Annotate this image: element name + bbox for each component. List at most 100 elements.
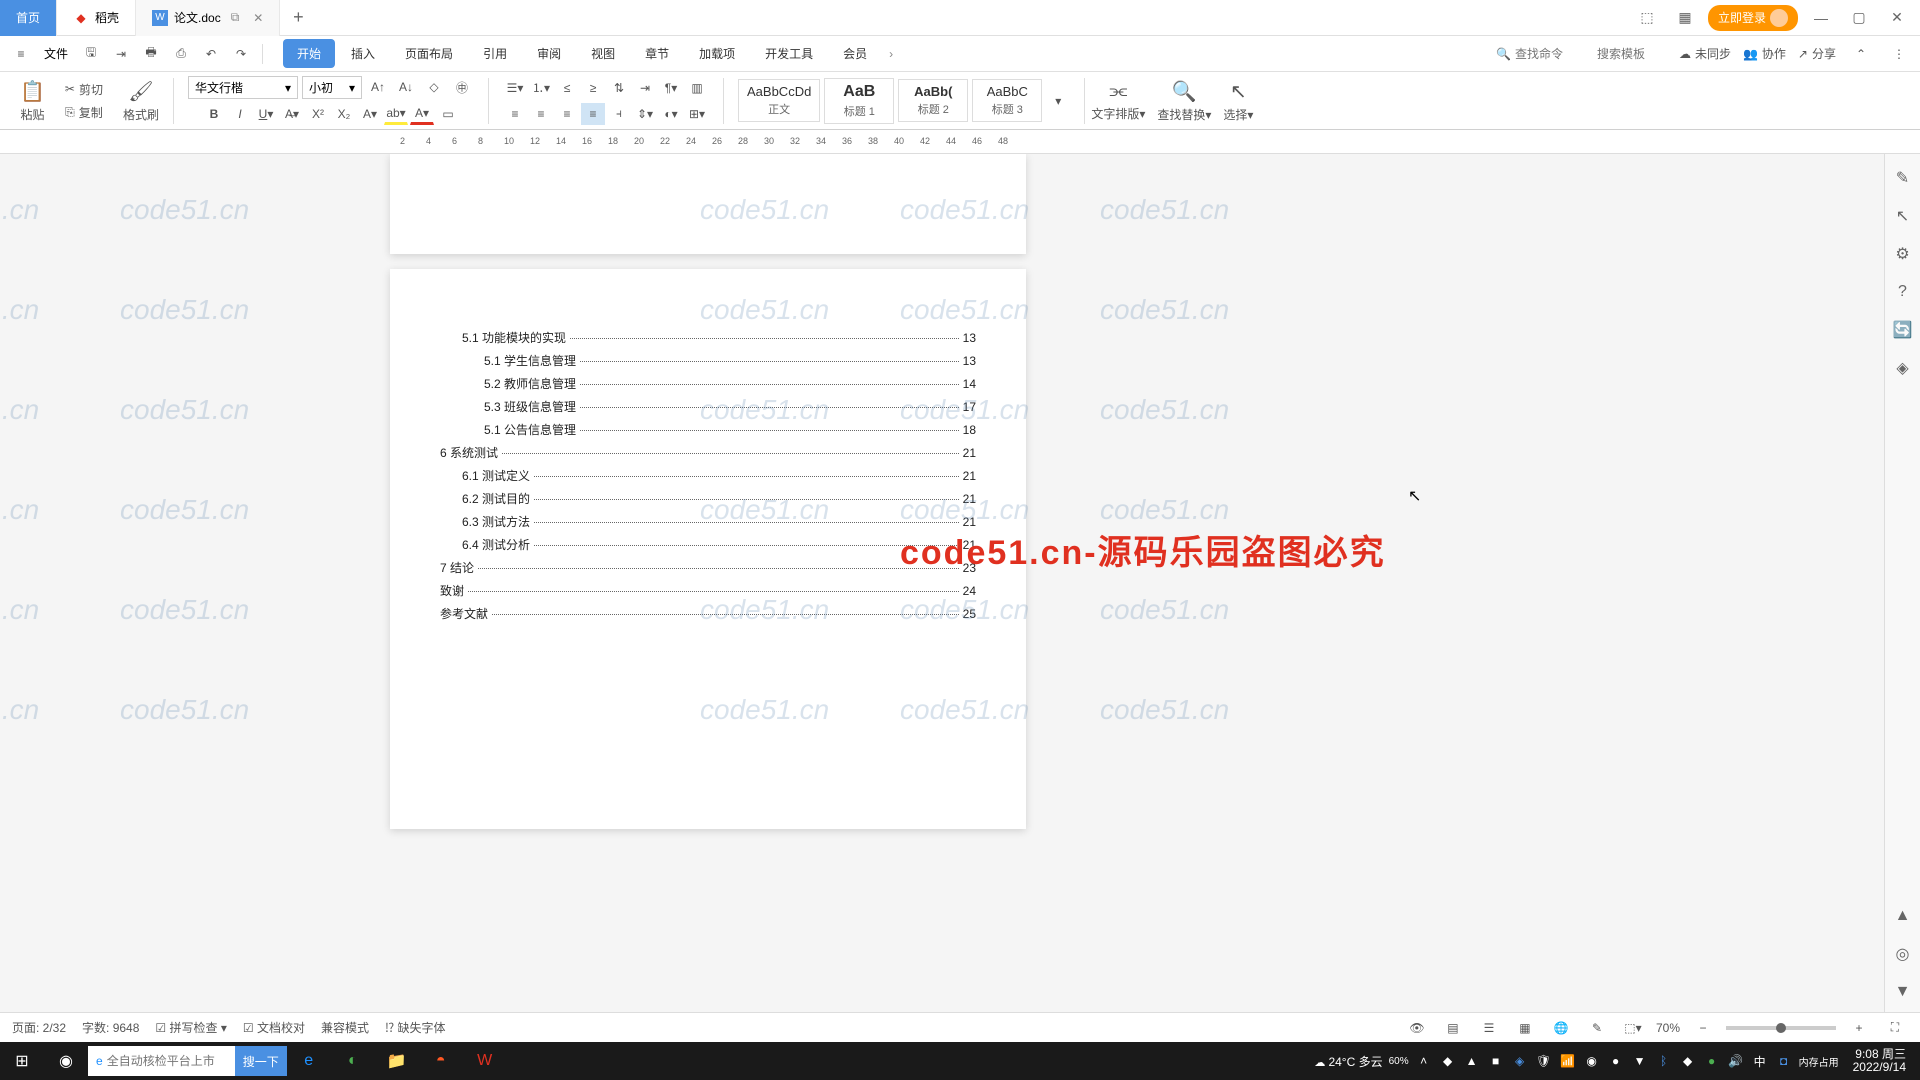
spell-check[interactable]: ☑ 拼写检查 ▾ [155, 1019, 226, 1036]
strikethrough-button[interactable]: A̶▾ [280, 103, 304, 125]
slider-icon[interactable]: ⚙ [1891, 242, 1915, 266]
read-view-icon[interactable]: ▤ [1440, 1015, 1466, 1041]
find-replace-button[interactable]: 🔍查找替换▾ [1157, 79, 1211, 123]
taskbar-search-button[interactable]: 搜一下 [235, 1046, 287, 1076]
tray-bluetooth-icon[interactable]: ᛒ [1655, 1052, 1673, 1070]
outdent-button[interactable]: ≤ [555, 77, 579, 99]
ruler[interactable]: 2468101214161820222426283032343638404244… [0, 130, 1920, 154]
page-indicator[interactable]: 页面: 2/32 [12, 1019, 66, 1036]
toc-entry[interactable]: 6.4 测试分析21 [440, 536, 976, 553]
explorer-app-icon[interactable]: 📁 [375, 1042, 419, 1080]
tab-docai[interactable]: ◆ 稻壳 [57, 0, 136, 36]
taskbar-search-input[interactable] [107, 1054, 227, 1068]
proof-button[interactable]: ☑ 文档校对 [243, 1019, 305, 1036]
tray-icon-8[interactable]: ◆ [1679, 1052, 1697, 1070]
collab-button[interactable]: 👥协作 [1743, 45, 1786, 62]
subscript-button[interactable]: X₂ [332, 103, 356, 125]
ribbon-tab-start[interactable]: 开始 [283, 39, 335, 68]
ribbon-tab-chapter[interactable]: 章节 [631, 39, 683, 68]
tray-icon-10[interactable]: ◘ [1775, 1052, 1793, 1070]
number-list-button[interactable]: ⒈▾ [529, 77, 553, 99]
missing-font[interactable]: ⁉ 缺失字体 [385, 1019, 445, 1036]
font-size-select[interactable]: 小初▾ [302, 76, 362, 99]
toc-entry[interactable]: 6.2 测试目的21 [440, 490, 976, 507]
paste-button[interactable]: 📋粘贴 [20, 79, 45, 123]
tab-button[interactable]: ⇥ [633, 77, 657, 99]
style-h2[interactable]: AaBb(标题 2 [898, 79, 968, 122]
save-icon[interactable]: 🖫 [78, 41, 104, 67]
login-button[interactable]: 立即登录 [1708, 5, 1798, 31]
font-color-button[interactable]: A▾ [410, 103, 434, 125]
outline-view-icon[interactable]: ☰ [1476, 1015, 1502, 1041]
style-body[interactable]: AaBbCcDd正文 [738, 79, 820, 122]
ribbon-tab-addon[interactable]: 加载项 [685, 39, 749, 68]
line-spacing-button[interactable]: ⇕▾ [633, 103, 657, 125]
tab-home[interactable]: 首页 [0, 0, 57, 36]
text-layout-button[interactable]: ⫘文字排版▾ [1091, 80, 1145, 122]
browser-app-icon[interactable]: ◐ [331, 1042, 375, 1080]
style-h1[interactable]: AaB标题 1 [824, 78, 894, 124]
tray-shield-icon[interactable]: 🛡 [1535, 1052, 1553, 1070]
ribbon-tab-layout[interactable]: 页面布局 [391, 39, 467, 68]
file-menu[interactable]: 文件 [38, 45, 74, 62]
zoom-out-button[interactable]: − [1690, 1015, 1716, 1041]
app-icon-1[interactable]: ◓ [419, 1042, 463, 1080]
toc-entry[interactable]: 5.2 教师信息管理14 [440, 375, 976, 392]
start-button[interactable]: ⊞ [0, 1042, 44, 1080]
collapse-ribbon-icon[interactable]: ⌃ [1848, 41, 1874, 67]
web-view-icon[interactable]: ▦ [1512, 1015, 1538, 1041]
ribbon-tab-view[interactable]: 视图 [577, 39, 629, 68]
toc-entry[interactable]: 6.1 测试定义21 [440, 467, 976, 484]
preview-icon[interactable]: ⎙ [168, 41, 194, 67]
redo-icon[interactable]: ↷ [228, 41, 254, 67]
globe-icon[interactable]: 🌐 [1548, 1015, 1574, 1041]
template-search[interactable] [1597, 47, 1667, 61]
close-tab-icon[interactable]: ✕ [253, 11, 263, 25]
align-justify-button[interactable]: ≡ [581, 103, 605, 125]
ie-app-icon[interactable]: e [287, 1042, 331, 1080]
copy-button[interactable]: ⎘复制 [61, 102, 107, 123]
sort-button[interactable]: ⇅ [607, 77, 631, 99]
menu-icon[interactable]: ≡ [8, 41, 34, 67]
bold-button[interactable]: B [202, 103, 226, 125]
tray-expand-icon[interactable]: ˄ [1415, 1052, 1433, 1070]
template-search-input[interactable] [1597, 47, 1667, 61]
underline-button[interactable]: U▾ [254, 103, 278, 125]
grid-icon[interactable]: ▦ [1670, 3, 1700, 33]
align-left-button[interactable]: ≡ [503, 103, 527, 125]
show-marks-button[interactable]: ¶▾ [659, 77, 683, 99]
toc-entry[interactable]: 5.1 学生信息管理13 [440, 352, 976, 369]
columns-button[interactable]: ▥ [685, 77, 709, 99]
tips-icon[interactable]: ◈ [1891, 356, 1915, 380]
borders-button[interactable]: ⊞▾ [685, 103, 709, 125]
tray-icon-7[interactable]: ▼ [1631, 1052, 1649, 1070]
styles-more-button[interactable]: ▾ [1046, 78, 1070, 124]
more-tabs-icon[interactable]: › [883, 47, 899, 61]
duplicate-tab-icon[interactable]: ⧉ [231, 10, 240, 25]
edit-view-icon[interactable]: ✎ [1584, 1015, 1610, 1041]
tray-volume-icon[interactable]: 🔊 [1727, 1052, 1745, 1070]
zoom-in-button[interactable]: + [1846, 1015, 1872, 1041]
command-search-input[interactable] [1515, 47, 1585, 61]
pointer-icon[interactable]: ↖ [1891, 204, 1915, 228]
format-brush-button[interactable]: 🖌格式刷 [123, 79, 159, 123]
toc-entry[interactable]: 6 系统测试21 [440, 444, 976, 461]
toc-entry[interactable]: 参考文献25 [440, 605, 976, 622]
indent-button[interactable]: ≥ [581, 77, 605, 99]
fit-page-icon[interactable]: ⬚▾ [1620, 1015, 1646, 1041]
taskbar-search[interactable]: e [88, 1046, 235, 1076]
ime-indicator[interactable]: 中 [1751, 1052, 1769, 1070]
wps-app-icon[interactable]: W [463, 1042, 507, 1080]
fullscreen-icon[interactable]: ⛶ [1882, 1015, 1908, 1041]
tray-icon-4[interactable]: ◈ [1511, 1052, 1529, 1070]
toc-entry[interactable]: 致谢24 [440, 582, 976, 599]
toc-entry[interactable]: 5.3 班级信息管理17 [440, 398, 976, 415]
italic-button[interactable]: I [228, 103, 252, 125]
tray-icon-9[interactable]: ● [1703, 1052, 1721, 1070]
toc-entry[interactable]: 6.3 测试方法21 [440, 513, 976, 530]
tray-icon-6[interactable]: ● [1607, 1052, 1625, 1070]
tray-icon-1[interactable]: ◆ [1439, 1052, 1457, 1070]
cut-button[interactable]: ✂剪切 [61, 79, 107, 100]
taskbar-clock[interactable]: 9:08 周三 2022/9/14 [1845, 1048, 1914, 1074]
tray-wifi-icon[interactable]: 📶 [1559, 1052, 1577, 1070]
